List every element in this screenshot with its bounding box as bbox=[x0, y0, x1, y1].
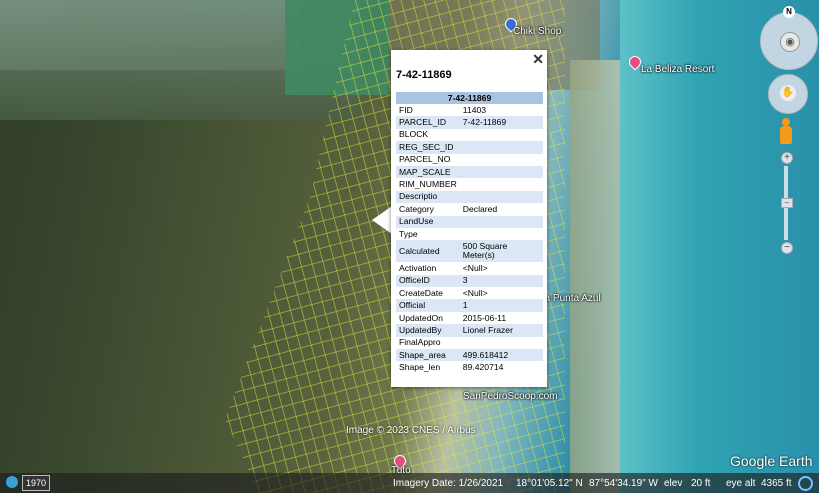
table-row: Official 1 bbox=[396, 299, 543, 312]
attribute-key: Calculated bbox=[396, 240, 460, 263]
eye-altitude-label: eye alt bbox=[726, 478, 756, 489]
zoom-out-button[interactable]: − bbox=[781, 242, 793, 254]
attribute-value bbox=[459, 141, 543, 154]
parcel-info-popup: ✕ 7-42-11869 7-42-11869 FID 11403 PARCEL_I… bbox=[391, 50, 547, 387]
table-header: 7-42-11869 bbox=[396, 92, 543, 104]
attribute-value bbox=[460, 154, 543, 166]
attribute-key: UpdatedOn bbox=[399, 312, 443, 323]
elevation-value: 20 ft bbox=[691, 478, 711, 489]
attribute-value: 499.618412 bbox=[459, 349, 543, 362]
zoom-slider-thumb[interactable]: – bbox=[781, 198, 793, 208]
table-row: UpdatedBy Lionel Frazer bbox=[396, 324, 543, 337]
attribute-key: PARCEL_NO bbox=[399, 154, 451, 165]
status-bar: 1970 Imagery Date: 1/26/2021 18°01'05.12… bbox=[0, 473, 819, 493]
table-row: Calculated 500 Square Meter(s) bbox=[396, 240, 543, 263]
la-beliza-resort-label[interactable]: La Beliza Resort bbox=[641, 64, 714, 75]
attribute-value: 2015-06-11 bbox=[462, 312, 507, 323]
attribute-key: Descriptio bbox=[396, 190, 460, 204]
table-row: MAP_SCALE bbox=[396, 165, 543, 179]
attribute-key: PARCEL_ID bbox=[396, 116, 460, 129]
attribute-value: 500 Square Meter(s) bbox=[459, 240, 543, 263]
year-indicator[interactable]: 1970 bbox=[22, 475, 50, 491]
attribute-table: 7-42-11869 FID 11403 PARCEL_ID 7-42-11869 BL… bbox=[396, 92, 543, 374]
table-row: Descriptio bbox=[396, 190, 543, 204]
longitude-readout: 87°54'34.19" W bbox=[589, 478, 658, 489]
attribute-value: 7-42-11869 bbox=[459, 116, 543, 129]
attribute-key: Category bbox=[399, 203, 434, 214]
eye-altitude-value: 4365 ft bbox=[761, 478, 792, 489]
attribute-key: REG_SEC_ID bbox=[396, 141, 460, 154]
table-row: UpdatedOn 2015-06-11 bbox=[396, 312, 543, 324]
table-row: CreateDate <Null> bbox=[396, 287, 543, 299]
attribute-key: UpdatedBy bbox=[396, 324, 460, 337]
move-navigation-control[interactable]: ✋ bbox=[768, 74, 808, 114]
close-icon[interactable]: ✕ bbox=[532, 52, 544, 66]
attribute-value bbox=[460, 129, 543, 141]
attribute-key: MAP_SCALE bbox=[396, 165, 460, 179]
attribute-key: FinalAppro bbox=[399, 337, 441, 348]
look-navigation-control[interactable]: N ◉ bbox=[760, 6, 818, 70]
look-eye-icon[interactable]: ◉ bbox=[780, 32, 800, 52]
imagery-date: Imagery Date: 1/26/2021 bbox=[393, 478, 504, 489]
popup-title: 7-42-11869 bbox=[396, 69, 452, 81]
latitude-readout: 18°01'05.12" N bbox=[516, 478, 583, 489]
attribute-value: 11403 bbox=[462, 104, 487, 115]
google-earth-logo: Google Earth bbox=[730, 453, 813, 469]
table-row: PARCEL_NO bbox=[396, 154, 543, 166]
la-punta-azul-label[interactable]: La Punta Azul bbox=[539, 293, 601, 304]
attribute-value bbox=[460, 337, 543, 349]
attribute-value bbox=[459, 215, 543, 228]
attribute-key: Official bbox=[396, 299, 460, 312]
attribute-key: Shape_area bbox=[396, 349, 460, 362]
attribute-value bbox=[460, 228, 543, 240]
table-row: FinalAppro bbox=[396, 337, 543, 349]
streaming-status-icon bbox=[798, 476, 813, 491]
attribute-key: Shape_len bbox=[399, 362, 441, 373]
table-row: Shape_len 89.420714 bbox=[396, 361, 543, 373]
table-row: Type bbox=[396, 228, 543, 240]
attribute-value: Lionel Frazer bbox=[459, 324, 543, 337]
attribute-key: RIM_NUMBER bbox=[399, 179, 457, 190]
attribute-value: <Null> bbox=[462, 287, 488, 298]
table-row: BLOCK bbox=[396, 129, 543, 141]
attribute-key: BLOCK bbox=[399, 129, 429, 140]
zoom-in-button[interactable]: + bbox=[781, 152, 793, 164]
attribute-value bbox=[459, 190, 543, 204]
attribute-key: Activation bbox=[399, 262, 437, 273]
attribute-key: OfficeID bbox=[396, 274, 460, 288]
attribute-key: LandUse bbox=[396, 215, 460, 228]
attribute-key: Type bbox=[399, 228, 418, 239]
attribute-key: FID bbox=[399, 104, 413, 115]
table-row: FID 11403 bbox=[396, 104, 543, 116]
historical-imagery-icon[interactable] bbox=[6, 476, 18, 488]
table-row: PARCEL_ID 7-42-11869 bbox=[396, 116, 543, 129]
attribute-value bbox=[460, 178, 543, 190]
table-row: REG_SEC_ID bbox=[396, 141, 543, 154]
table-row: RIM_NUMBER bbox=[396, 178, 543, 190]
table-row: LandUse bbox=[396, 215, 543, 228]
table-row: Shape_area 499.618412 bbox=[396, 349, 543, 362]
attribute-value: 89.420714 bbox=[462, 362, 504, 373]
sanpedroscoop-label[interactable]: SanPedroScoop.com bbox=[463, 391, 558, 402]
table-row: Activation <Null> bbox=[396, 262, 543, 274]
attribute-key: CreateDate bbox=[399, 287, 443, 298]
elevation-label: elev bbox=[664, 478, 683, 489]
attribute-value: 3 bbox=[459, 274, 543, 288]
attribute-value: <Null> bbox=[462, 262, 488, 273]
street-view-pegman-icon[interactable] bbox=[780, 118, 792, 146]
north-indicator[interactable]: N bbox=[783, 6, 795, 18]
hand-icon[interactable]: ✋ bbox=[780, 85, 796, 101]
table-row: Category Declared bbox=[396, 203, 543, 215]
attribute-value bbox=[459, 165, 543, 179]
chiki-shop-label[interactable]: Chiki Shop bbox=[513, 26, 561, 37]
attribute-value: Declared bbox=[462, 203, 498, 214]
table-row: OfficeID 3 bbox=[396, 274, 543, 288]
popup-pointer bbox=[372, 206, 392, 234]
attribute-value: 1 bbox=[459, 299, 543, 312]
imagery-copyright: Image © 2023 CNES / Airbus bbox=[346, 425, 476, 436]
